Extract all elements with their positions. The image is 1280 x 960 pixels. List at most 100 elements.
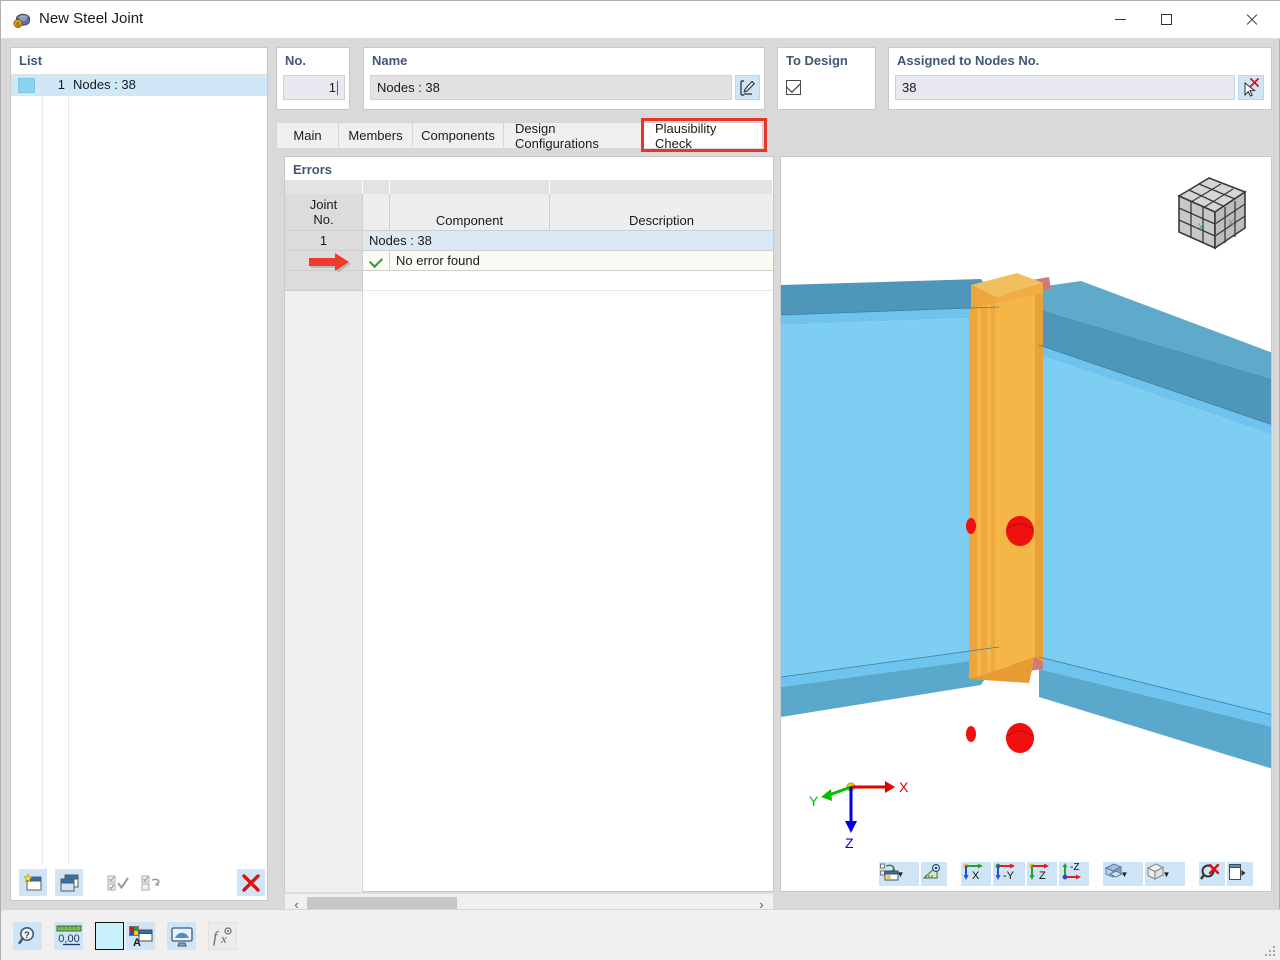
name-label: Name	[372, 53, 408, 68]
edit-name-icon	[740, 79, 755, 96]
column-header-joint-no-line2: No.	[313, 212, 334, 227]
view-in-y-button[interactable]: -Y	[993, 862, 1025, 886]
steel-joint-model	[781, 273, 1271, 769]
column-header-description[interactable]: Description	[550, 194, 773, 231]
delete-joint-button[interactable]	[237, 869, 265, 896]
tab-plausibility-check[interactable]: Plausibility Check	[643, 120, 763, 151]
units-000-icon: 0,00	[56, 925, 81, 946]
new-joint-button[interactable]	[19, 869, 47, 896]
measure-button[interactable]	[921, 862, 947, 886]
status-bar: ? 0,00 A f x	[1, 909, 1280, 960]
new-window-icon	[23, 873, 42, 891]
close-button[interactable]	[1221, 1, 1280, 38]
column-header-joint-no-line1: Joint	[309, 197, 338, 212]
tab-plausibility-check-label: Plausibility Check	[655, 120, 717, 151]
print-view-button[interactable]	[1227, 862, 1253, 886]
check-ok-icon	[368, 253, 384, 268]
wireframe-button[interactable]: ▼	[1145, 862, 1185, 886]
view-x-icon: X	[963, 863, 983, 881]
list-item[interactable]: 1 Nodes : 38	[11, 75, 267, 96]
view-minus-z-icon: -Z	[1062, 863, 1081, 880]
pick-nodes-button[interactable]	[1238, 75, 1264, 100]
zoom-reset-button[interactable]	[1199, 862, 1225, 886]
assigned-nodes-input[interactable]: 38	[895, 75, 1235, 100]
steel-joint-icon: 6	[12, 10, 32, 30]
view-isometric-button[interactable]: -Z	[1059, 862, 1089, 886]
tab-design-configurations[interactable]: Design Configurations	[503, 120, 644, 151]
row-body	[363, 271, 773, 291]
errors-title: Errors	[293, 162, 333, 177]
cube-face-left-label: -Y	[1195, 222, 1204, 232]
row-description: No error found	[396, 253, 480, 268]
red-x-icon	[242, 873, 260, 892]
tab-components[interactable]: Components	[412, 122, 504, 148]
navigation-cube[interactable]: -Y X	[1165, 168, 1257, 260]
svg-text:0,00: 0,00	[58, 933, 79, 945]
tab-design-configurations-label: Design Configurations	[515, 120, 599, 151]
svg-text:6: 6	[16, 22, 20, 29]
checklist-invert-icon	[141, 875, 160, 890]
window-title: New Steel Joint	[39, 10, 144, 27]
column-header-status[interactable]	[363, 194, 390, 231]
axis-z-label: Z	[845, 835, 854, 849]
help-magnifier-icon: ?	[17, 927, 34, 945]
column-header-joint-no[interactable]: Joint No.	[285, 194, 363, 231]
svg-text:-Z: -Z	[1070, 863, 1079, 873]
assigned-nodes-panel: Assigned to Nodes No. 38	[888, 47, 1272, 110]
name-input[interactable]: Nodes : 38	[370, 75, 732, 100]
maximize-button[interactable]	[1143, 1, 1189, 38]
tab-main[interactable]: Main	[276, 122, 339, 148]
view-in-x-button[interactable]: X	[961, 862, 991, 886]
column-header-component[interactable]: Component	[390, 194, 550, 231]
view-toolbar: ▼ X -Y Z -Z ▼ ▼	[783, 859, 1271, 889]
render-mode-button[interactable]: ▼	[1103, 862, 1143, 886]
3d-view-panel[interactable]: -Y X X Y Z ▼ X -Y Z -Z ▼ ▼	[780, 156, 1272, 892]
assigned-nodes-label: Assigned to Nodes No.	[897, 53, 1040, 68]
list-panel-title: List	[19, 53, 43, 68]
tab-members[interactable]: Members	[338, 122, 413, 148]
edit-name-button[interactable]	[735, 75, 760, 100]
display-settings-button[interactable]: A	[126, 922, 155, 950]
list-item-color-swatch[interactable]	[18, 78, 35, 93]
minimize-button[interactable]	[1097, 1, 1143, 38]
table-row[interactable]	[285, 271, 773, 291]
table-row[interactable]: 1 Nodes : 38	[285, 231, 773, 251]
measure-icon	[922, 864, 940, 879]
table-left-gutter	[285, 291, 363, 892]
errors-table: Joint No. Component Description 1 Nodes …	[285, 181, 773, 915]
fx-icon: f x	[213, 927, 232, 946]
tab-components-label: Components	[421, 128, 495, 143]
table-top-band	[285, 181, 773, 194]
monitor-icon	[170, 926, 193, 946]
color-palette-window-icon: A	[128, 925, 152, 947]
axis-x-label: X	[899, 779, 909, 795]
table-row[interactable]: No error found	[285, 251, 773, 271]
list-number-column	[43, 75, 69, 901]
steel-joint-dialog: 6 New Steel Joint List 1 Nodes : 38 No. …	[0, 0, 1280, 960]
column-header-description-label: Description	[628, 213, 695, 228]
axis-triad: X Y Z	[803, 769, 913, 849]
column-header-component-label: Component	[435, 213, 504, 228]
to-design-checkbox[interactable]	[785, 78, 801, 95]
color-button[interactable]	[95, 922, 124, 950]
checklist-check-icon	[107, 875, 129, 890]
list-panel: List 1 Nodes : 38	[10, 47, 268, 901]
maximize-icon	[1160, 14, 1172, 25]
wireframe-cube-icon	[1146, 863, 1165, 880]
units-button[interactable]: 0,00	[54, 922, 83, 950]
to-design-panel: To Design	[777, 47, 876, 110]
help-button[interactable]: ?	[13, 922, 42, 950]
list-toolbar	[10, 865, 268, 901]
list-item-number: 1	[57, 77, 65, 92]
close-icon	[1245, 13, 1258, 26]
display-properties-button[interactable]: ▼	[879, 862, 919, 886]
render-settings-button[interactable]	[167, 922, 196, 950]
resize-grip[interactable]	[1265, 946, 1277, 958]
view-in-z-button[interactable]: Z	[1027, 862, 1057, 886]
view-z-icon: Z	[1029, 863, 1049, 881]
band-seg	[363, 181, 390, 194]
number-input[interactable]: 1	[283, 75, 345, 100]
tab-main-label: Main	[293, 128, 322, 143]
copy-joint-button[interactable]	[55, 869, 83, 896]
number-label: No.	[285, 53, 306, 68]
